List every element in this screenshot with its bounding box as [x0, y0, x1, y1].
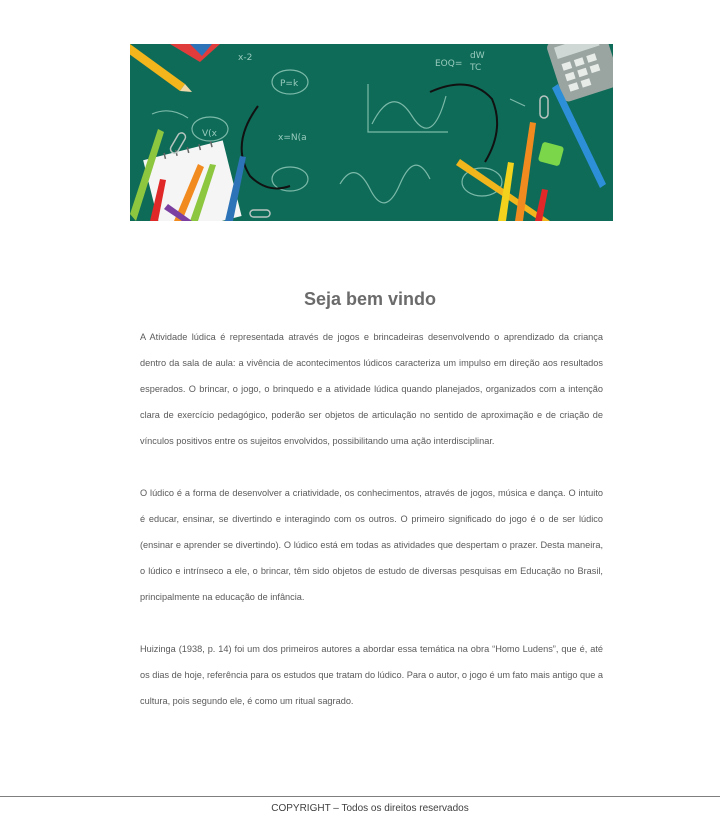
- chalk-formula: dW: [470, 51, 485, 61]
- header-banner-image: EOQ= x-2 P=k dW TC x=N(a V(x: [130, 44, 613, 221]
- chalk-formula: x=N(a: [278, 133, 307, 143]
- article-body: A Atividade lúdica é representada atravé…: [140, 324, 603, 714]
- footer-divider: [0, 796, 720, 797]
- paragraph: O lúdico é a forma de desenvolver a cria…: [140, 488, 603, 602]
- paragraph: Huizinga (1938, p. 14) foi um dos primei…: [140, 644, 603, 706]
- page-title: Seja bem vindo: [303, 289, 437, 309]
- chalk-formula: x-2: [238, 53, 252, 63]
- footer-copyright: COPYRIGHT – Todos os direitos reservados: [271, 803, 469, 814]
- paragraph: A Atividade lúdica é representada atravé…: [140, 332, 603, 446]
- chalk-formula: V(x: [202, 129, 218, 139]
- chalk-formula: EOQ=: [435, 59, 462, 69]
- chalk-formula: P=k: [280, 79, 299, 89]
- chalk-formula: TC: [469, 63, 481, 73]
